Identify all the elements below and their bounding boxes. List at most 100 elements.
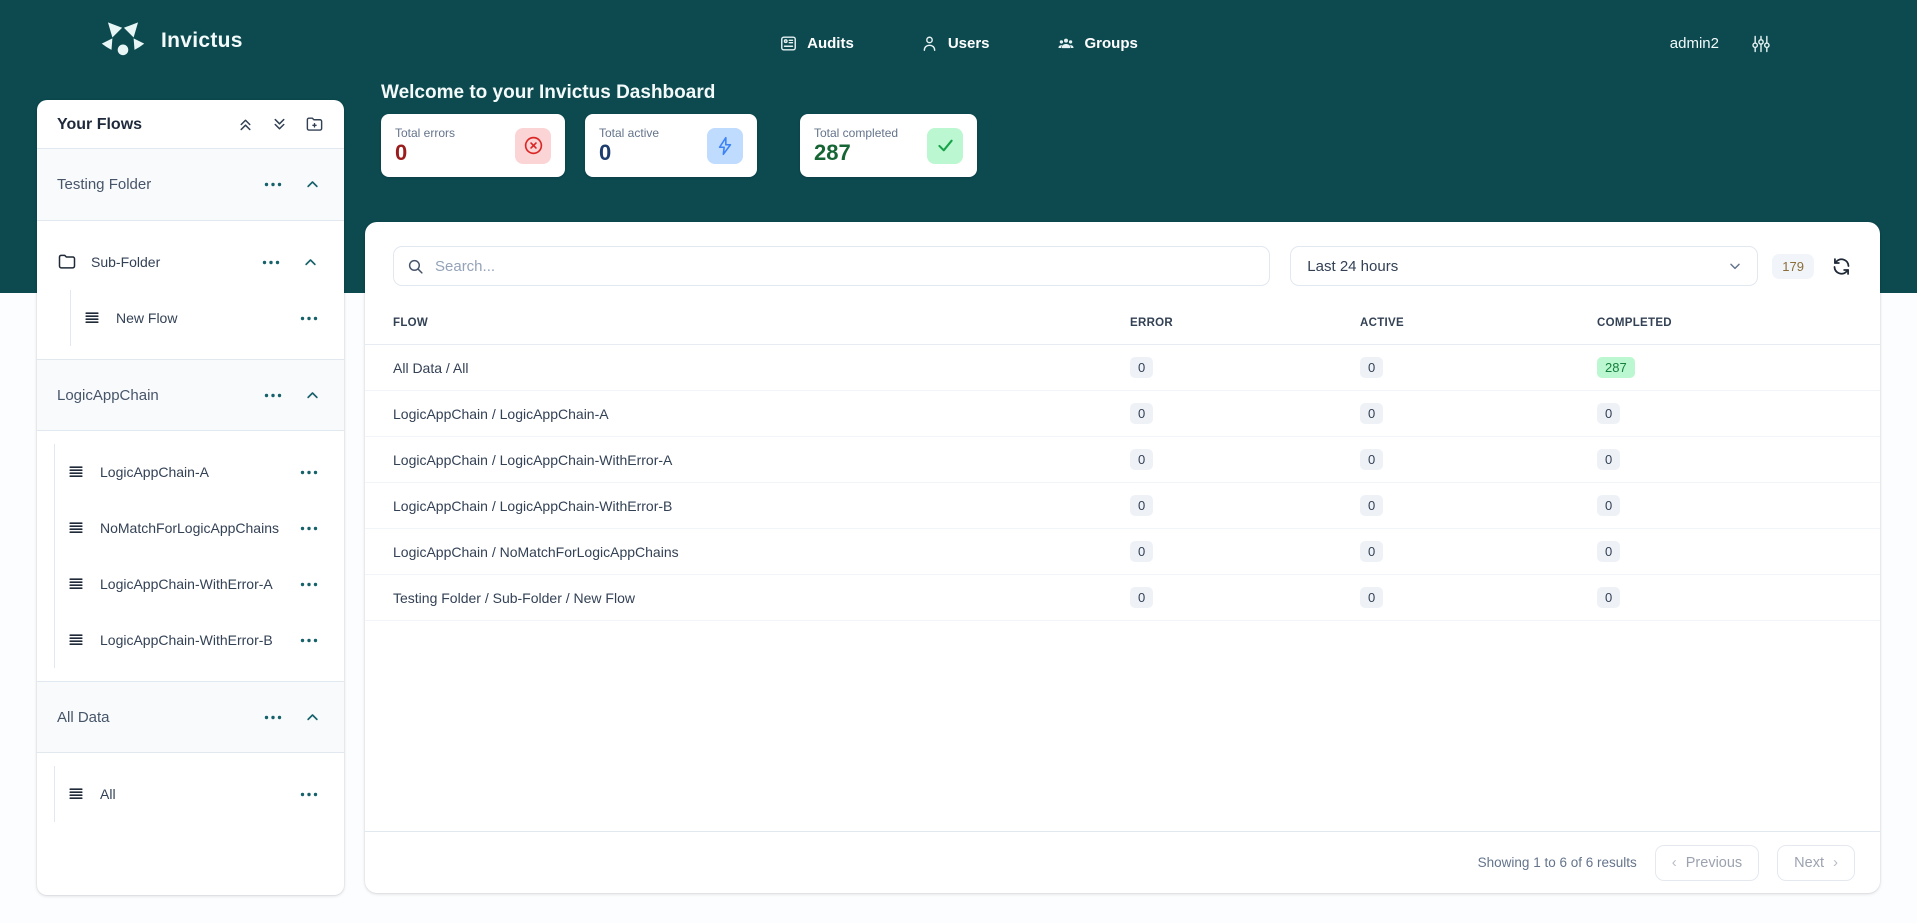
folder-group-all-data[interactable]: All Data: [37, 681, 344, 753]
results-summary: Showing 1 to 6 of 6 results: [1478, 855, 1637, 870]
sidebar-item-label: New Flow: [116, 309, 286, 327]
table-row[interactable]: LogicAppChain / NoMatchForLogicAppChains…: [365, 529, 1880, 575]
group-label: Testing Folder: [57, 176, 264, 193]
ellipsis-menu-icon[interactable]: [264, 715, 282, 720]
sidebar-item-logicappchain-witherror-b[interactable]: LogicAppChain-WithError-B: [55, 612, 344, 668]
logicappchain-children: LogicAppChain-A NoMatchForLogicAppChains: [54, 444, 344, 668]
previous-page-button[interactable]: ‹ Previous: [1655, 845, 1759, 881]
ellipsis-menu-icon[interactable]: [300, 470, 318, 475]
time-range-value: Last 24 hours: [1307, 258, 1398, 275]
collapse-all-icon[interactable]: [237, 116, 254, 133]
active-count-badge: 0: [1360, 357, 1383, 379]
error-count-badge: 0: [1130, 403, 1153, 425]
refresh-icon[interactable]: [1831, 256, 1852, 277]
active-count-badge: 0: [1360, 541, 1383, 563]
column-header-flow: FLOW: [393, 317, 1130, 329]
folder-group-logicappchain[interactable]: LogicAppChain: [37, 359, 344, 431]
column-header-completed: COMPLETED: [1597, 317, 1852, 329]
user-icon: [920, 34, 939, 53]
group-label: All Data: [57, 709, 264, 726]
search-icon: [407, 258, 424, 275]
table-row[interactable]: LogicAppChain / LogicAppChain-WithError-…: [365, 437, 1880, 483]
sidebar-item-logicappchain-a[interactable]: LogicAppChain-A: [55, 444, 344, 500]
ellipsis-menu-icon[interactable]: [262, 260, 280, 265]
ellipsis-menu-icon[interactable]: [300, 316, 318, 321]
sliders-icon[interactable]: [1751, 34, 1771, 54]
chevron-up-icon[interactable]: [305, 388, 320, 403]
stat-value: 287: [814, 141, 898, 165]
all-data-children: All: [54, 766, 344, 822]
completed-count-badge: 0: [1597, 449, 1620, 471]
sidebar-item-label: NoMatchForLogicAppChains: [100, 519, 286, 537]
table-row[interactable]: All Data / All 0 0 287: [365, 345, 1880, 391]
active-count-badge: 0: [1360, 587, 1383, 609]
nav-menu: Audits Users: [0, 0, 1917, 87]
stat-card-total-completed: Total completed 287: [800, 114, 977, 177]
sidebar-item-logicappchain-witherror-a[interactable]: LogicAppChain-WithError-A: [55, 556, 344, 612]
table-row[interactable]: Testing Folder / Sub-Folder / New Flow 0…: [365, 575, 1880, 621]
stat-value: 0: [395, 141, 455, 165]
ellipsis-menu-icon[interactable]: [264, 182, 282, 187]
sidebar-item-label: LogicAppChain-WithError-B: [100, 631, 286, 649]
flow-name[interactable]: Testing Folder / Sub-Folder / New Flow: [393, 590, 1130, 606]
sidebar-item-label: All: [100, 785, 286, 803]
search-input[interactable]: [435, 258, 1256, 275]
nav-item-label: Users: [948, 35, 990, 52]
sidebar-item-sub-folder[interactable]: Sub-Folder: [37, 234, 344, 290]
sidebar-header: Your Flows: [37, 100, 344, 149]
folder-icon: [57, 252, 77, 272]
time-range-select[interactable]: Last 24 hours: [1290, 246, 1758, 286]
completed-count-badge: 0: [1597, 403, 1620, 425]
completed-count-badge: 287: [1597, 357, 1635, 379]
sidebar-item-nomatchforlogicappchains[interactable]: NoMatchForLogicAppChains: [55, 500, 344, 556]
nav-item-label: Groups: [1085, 35, 1138, 52]
nav-item-users[interactable]: Users: [920, 34, 990, 53]
column-header-error: ERROR: [1130, 317, 1360, 329]
sidebar-item-label: Sub-Folder: [91, 253, 248, 271]
table-row[interactable]: LogicAppChain / LogicAppChain-A 0 0 0: [365, 391, 1880, 437]
flow-icon: [66, 518, 86, 538]
stats-row: Total errors 0 Total active 0 Total comp…: [381, 114, 977, 177]
sidebar-item-new-flow[interactable]: New Flow: [71, 290, 344, 346]
search-box[interactable]: [393, 246, 1270, 286]
sidebar-tools: [237, 115, 324, 134]
sidebar-item-all[interactable]: All: [55, 766, 344, 822]
ellipsis-menu-icon[interactable]: [300, 638, 318, 643]
flow-icon: [66, 630, 86, 650]
nav-item-groups[interactable]: Groups: [1056, 34, 1138, 54]
error-count-badge: 0: [1130, 495, 1153, 517]
flow-name[interactable]: LogicAppChain / NoMatchForLogicAppChains: [393, 544, 1130, 560]
ellipsis-menu-icon[interactable]: [300, 792, 318, 797]
add-folder-icon[interactable]: [305, 115, 324, 134]
logicappchain-items: LogicAppChain-A NoMatchForLogicAppChains: [37, 431, 344, 681]
ellipsis-menu-icon[interactable]: [264, 393, 282, 398]
flow-name[interactable]: LogicAppChain / LogicAppChain-A: [393, 406, 1130, 422]
chevron-right-icon: ›: [1833, 855, 1838, 870]
chevron-up-icon[interactable]: [305, 177, 320, 192]
nav-right: admin2: [1670, 0, 1771, 87]
flows-table-card: Last 24 hours 179 FLOW ERROR ACTIVE COMP…: [365, 222, 1880, 893]
flows-sidebar: Your Flows Testing Folder: [37, 100, 344, 895]
folder-group-testing-folder[interactable]: Testing Folder: [37, 149, 344, 221]
sidebar-item-label: LogicAppChain-WithError-A: [100, 575, 286, 593]
group-icon: [1056, 34, 1076, 54]
ellipsis-menu-icon[interactable]: [300, 582, 318, 587]
nav-item-audits[interactable]: Audits: [779, 34, 854, 53]
next-page-button[interactable]: Next ›: [1777, 845, 1855, 881]
testing-folder-items: Sub-Folder New Flow: [37, 221, 344, 359]
table-row[interactable]: LogicAppChain / LogicAppChain-WithError-…: [365, 483, 1880, 529]
expand-all-icon[interactable]: [271, 116, 288, 133]
nav-item-label: Audits: [807, 35, 854, 52]
chevron-up-icon[interactable]: [305, 710, 320, 725]
flow-name[interactable]: LogicAppChain / LogicAppChain-WithError-…: [393, 498, 1130, 514]
check-icon: [927, 128, 963, 164]
error-count-badge: 0: [1130, 357, 1153, 379]
chevron-up-icon[interactable]: [303, 255, 318, 270]
user-menu[interactable]: admin2: [1670, 35, 1719, 52]
error-count-badge: 0: [1130, 541, 1153, 563]
flow-name[interactable]: LogicAppChain / LogicAppChain-WithError-…: [393, 452, 1130, 468]
ellipsis-menu-icon[interactable]: [300, 526, 318, 531]
completed-count-badge: 0: [1597, 541, 1620, 563]
error-count-badge: 0: [1130, 449, 1153, 471]
flow-name[interactable]: All Data / All: [393, 360, 1130, 376]
